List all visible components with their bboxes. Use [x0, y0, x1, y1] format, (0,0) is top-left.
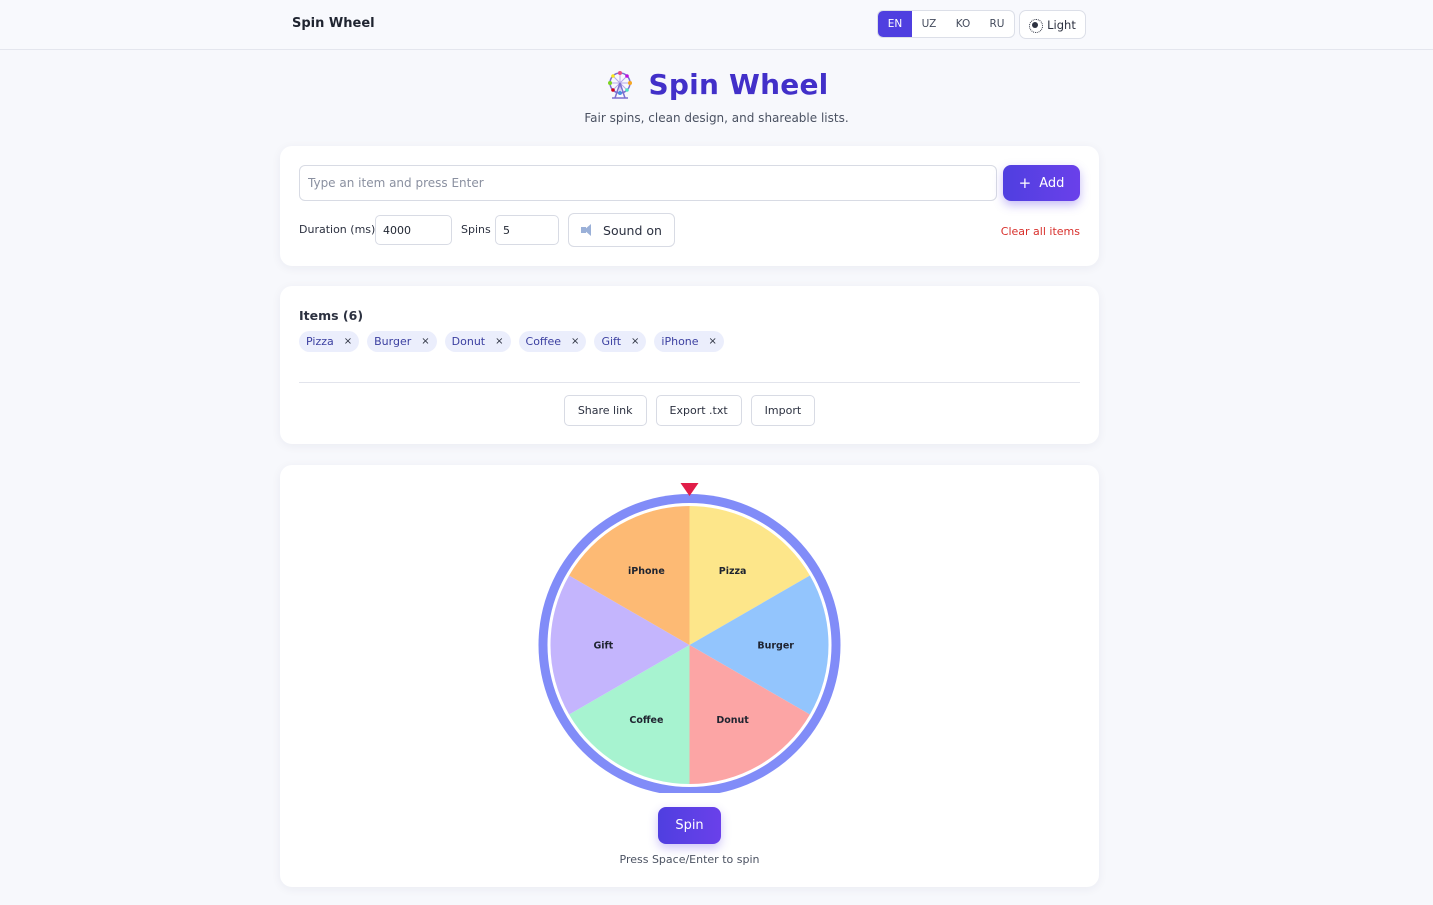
spins-label: Spins [461, 223, 491, 236]
item-chip: Coffee × [518, 331, 587, 352]
ferris-wheel-icon [607, 70, 632, 99]
items-card: Items (6) Pizza × Burger × Donut × Coffee × … [280, 286, 1099, 444]
page-subtitle: Fair spins, clean design, and shareable … [584, 111, 849, 125]
brand-name[interactable]: Spin Wheel [292, 16, 375, 31]
controls-card: + Add Duration (ms) Spins Sound on Clear… [280, 146, 1099, 266]
wheel-segment-label: Gift [593, 641, 613, 652]
remove-icon[interactable]: × [709, 336, 717, 347]
add-button[interactable]: + Add [1003, 165, 1080, 201]
chip-label: Pizza [306, 335, 334, 348]
wheel-segment-label: Pizza [719, 566, 747, 577]
wheel-segment-label: Coffee [629, 715, 663, 726]
remove-icon[interactable]: × [495, 336, 503, 347]
chip-label: Donut [451, 335, 486, 348]
top-bar: Spin Wheel EN UZ KO RU Light [0, 0, 1433, 50]
item-chip: Burger × [367, 331, 437, 352]
wheel-segment-label: Donut [716, 715, 749, 726]
sun-icon [1029, 18, 1044, 33]
item-input[interactable] [299, 165, 997, 201]
divider [299, 382, 1080, 383]
speaker-icon [581, 224, 595, 236]
spin-hint: Press Space/Enter to spin [619, 853, 760, 866]
chip-label: iPhone [661, 335, 699, 348]
language-ru-button[interactable]: RU [980, 11, 1014, 37]
item-chip: iPhone × [654, 331, 724, 352]
language-en-button[interactable]: EN [878, 11, 912, 37]
sound-toggle-button[interactable]: Sound on [568, 213, 675, 247]
item-chip: Pizza × [299, 331, 360, 352]
remove-icon[interactable]: × [344, 336, 352, 347]
sound-label: Sound on [603, 222, 662, 238]
chip-label: Burger [374, 335, 412, 348]
spin-button[interactable]: Spin [658, 807, 721, 844]
clear-all-link[interactable]: Clear all items [1001, 225, 1080, 238]
share-link-button[interactable]: Share link [563, 395, 647, 426]
list-actions: Share link Export .txt Import [280, 395, 1099, 426]
item-chip: Donut × [444, 331, 511, 352]
wheel-card: Pizza Burger Donut Coffee Gift iPhone Spin Pr… [280, 465, 1099, 887]
add-button-label: Add [1039, 175, 1065, 191]
duration-label: Duration (ms) [299, 223, 376, 236]
spins-input[interactable] [495, 215, 559, 245]
chip-label: Coffee [525, 335, 562, 348]
items-heading: Items (6) [299, 308, 364, 323]
item-chip: Gift × [594, 331, 647, 352]
language-uz-button[interactable]: UZ [912, 11, 946, 37]
chip-label: Gift [601, 335, 622, 348]
page-title: Spin Wheel [0, 68, 1433, 101]
language-ko-button[interactable]: KO [946, 11, 980, 37]
remove-icon[interactable]: × [421, 336, 429, 347]
wheel-segment-label: iPhone [628, 566, 665, 577]
import-button[interactable]: Import [750, 395, 816, 426]
plus-icon: + [1018, 173, 1032, 192]
remove-icon[interactable]: × [631, 336, 639, 347]
remove-icon[interactable]: × [571, 336, 579, 347]
page-heading: Spin Wheel [648, 68, 829, 101]
wheel-segment-label: Burger [757, 641, 794, 652]
language-switcher: EN UZ KO RU [877, 10, 1015, 38]
pointer-icon [680, 483, 699, 496]
spin-wheel[interactable]: Pizza Burger Donut Coffee Gift iPhone [530, 473, 849, 793]
theme-toggle-button[interactable]: Light [1019, 10, 1086, 39]
theme-label: Light [1047, 17, 1076, 32]
export-txt-button[interactable]: Export .txt [655, 395, 742, 426]
item-chip-list: Pizza × Burger × Donut × Coffee × Gift × iPho… [299, 331, 724, 352]
duration-input[interactable] [375, 215, 452, 245]
